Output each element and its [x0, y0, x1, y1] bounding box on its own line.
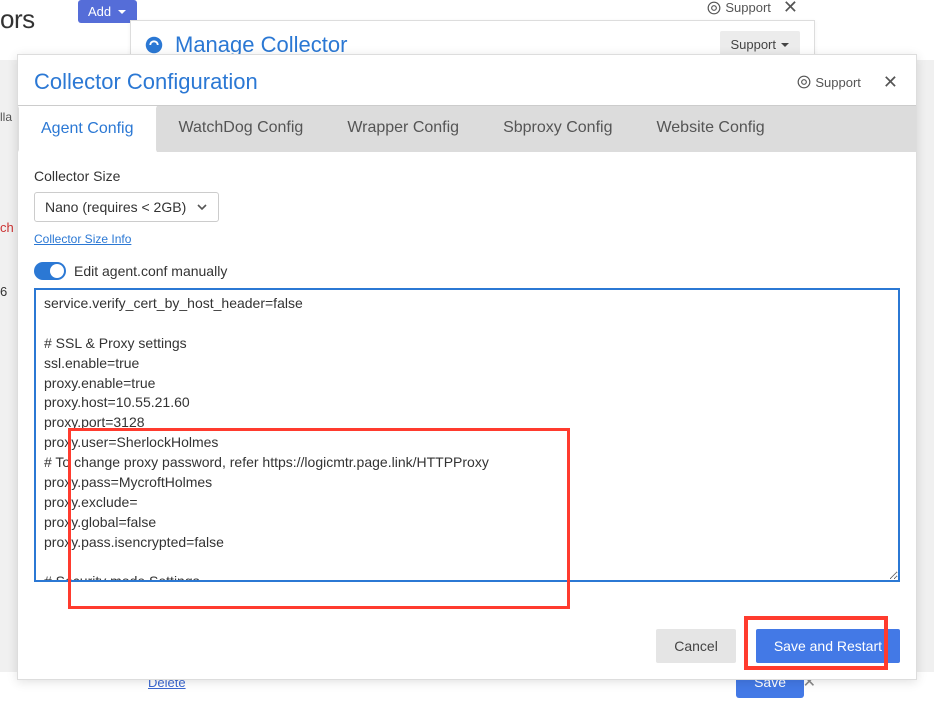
chevron-down-icon [117, 7, 127, 17]
support-button-label: Support [730, 37, 776, 52]
config-tabs: Agent Config WatchDog Config Wrapper Con… [18, 105, 916, 152]
edit-manually-label: Edit agent.conf manually [74, 263, 227, 279]
collector-config-modal: Collector Configuration Support ✕ Agent … [17, 54, 917, 680]
tab-watchdog-config[interactable]: WatchDog Config [157, 106, 326, 152]
chevron-down-icon [196, 201, 208, 213]
bg-title-fragment: ors [0, 4, 35, 35]
cancel-button[interactable]: Cancel [656, 629, 736, 663]
support-link[interactable]: Support [707, 0, 771, 15]
collector-size-info-link[interactable]: Collector Size Info [34, 232, 900, 246]
logicmonitor-logo-icon [145, 36, 163, 54]
bg-text-fragment: ch [0, 220, 14, 235]
collector-size-select[interactable]: Nano (requires < 2GB) [34, 192, 219, 222]
collector-size-label: Collector Size [34, 168, 900, 184]
support-label: Support [815, 75, 861, 90]
inner-modal-title: Collector Configuration [34, 69, 797, 95]
close-icon[interactable]: ✕ [781, 0, 800, 18]
outer-modal-top-right: Support ✕ [707, 0, 800, 18]
agent-conf-textarea[interactable] [34, 288, 900, 582]
tab-website-config[interactable]: Website Config [634, 106, 786, 152]
close-icon[interactable]: ✕ [881, 72, 900, 93]
inner-modal-top-right: Support ✕ [797, 72, 900, 93]
edit-manually-toggle[interactable] [34, 262, 66, 280]
support-link[interactable]: Support [797, 75, 861, 90]
chevron-down-icon [780, 40, 790, 50]
agent-config-panel: Collector Size Nano (requires < 2GB) Col… [18, 152, 916, 599]
edit-manually-row: Edit agent.conf manually [34, 262, 900, 280]
support-icon [707, 1, 721, 15]
add-button-label: Add [88, 4, 111, 19]
agent-conf-wrap [34, 288, 900, 587]
add-button[interactable]: Add [78, 0, 137, 23]
inner-modal-header: Collector Configuration Support ✕ [18, 55, 916, 105]
tab-agent-config[interactable]: Agent Config [18, 106, 157, 152]
bg-text-fragment: 6 [0, 284, 7, 299]
tab-sbproxy-config[interactable]: Sbproxy Config [481, 106, 634, 152]
bg-text-fragment: lla [0, 110, 12, 124]
collector-size-value: Nano (requires < 2GB) [45, 199, 186, 215]
tab-wrapper-config[interactable]: Wrapper Config [325, 106, 481, 152]
save-and-restart-button[interactable]: Save and Restart [756, 629, 900, 663]
support-icon [797, 75, 811, 89]
support-label: Support [725, 0, 771, 15]
modal-footer: Cancel Save and Restart [18, 599, 916, 679]
